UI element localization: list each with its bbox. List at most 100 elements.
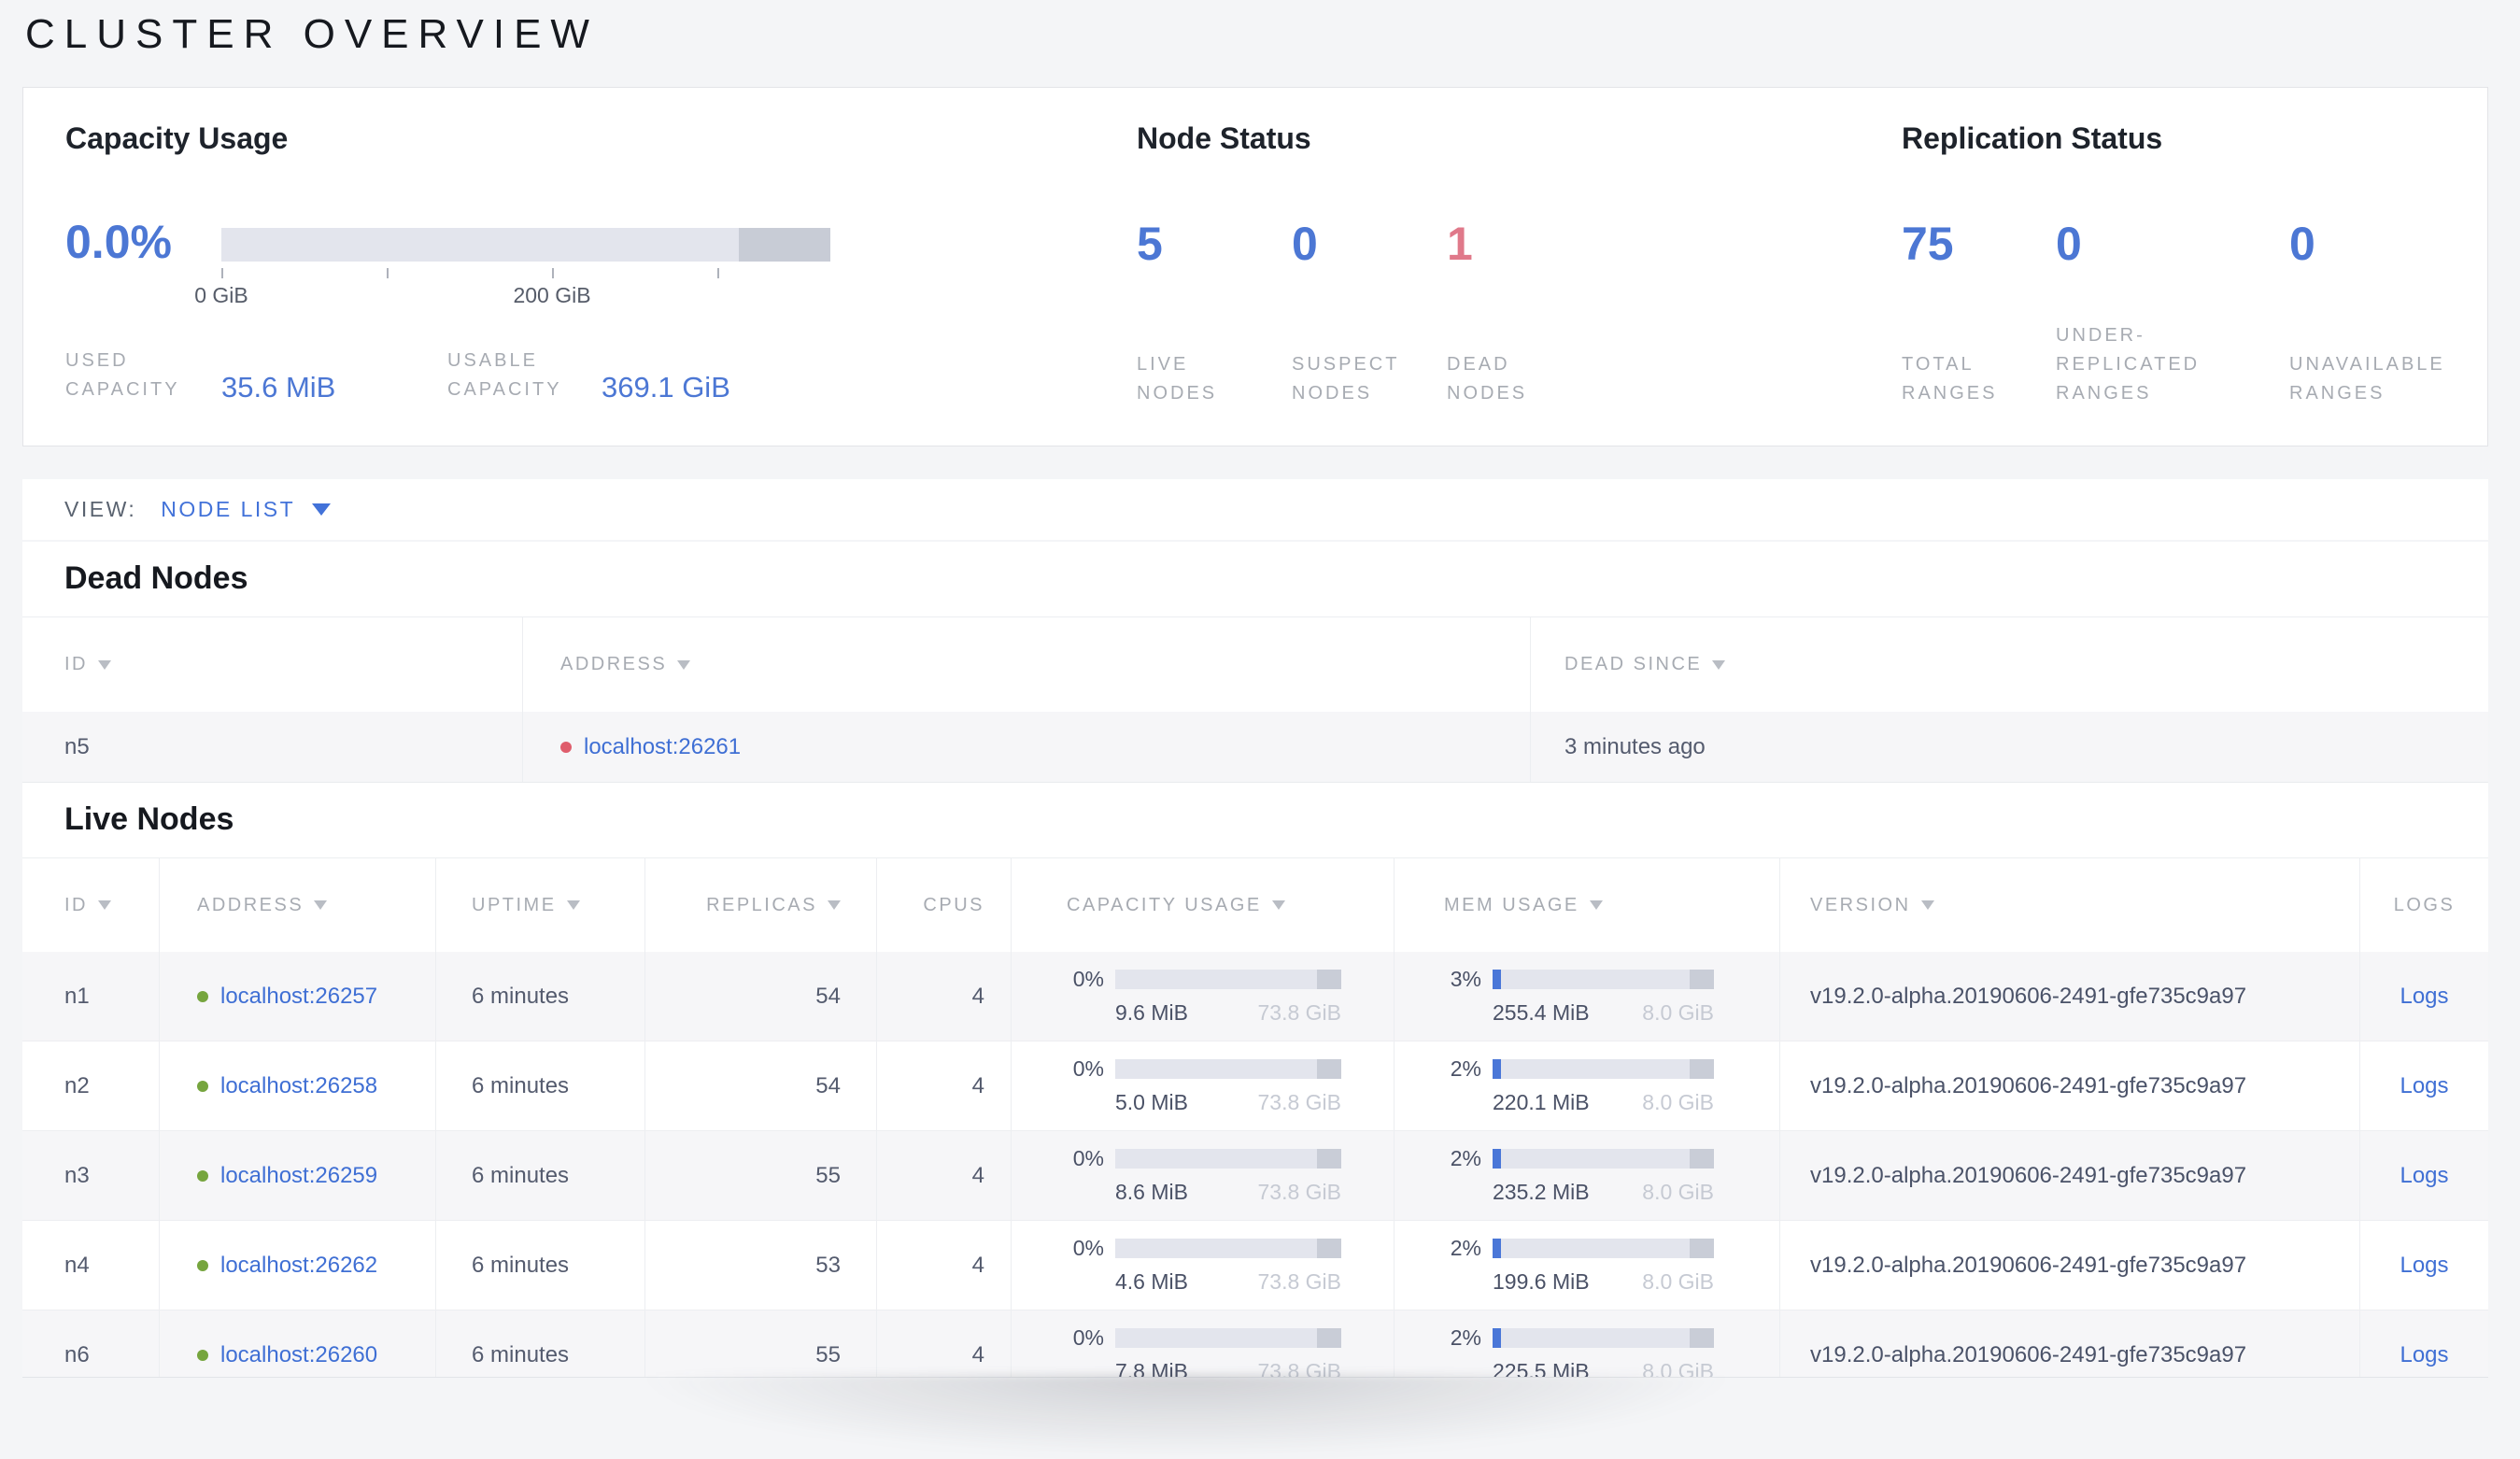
capacity-mini-bar bbox=[1115, 1239, 1341, 1258]
node-uptime: 6 minutes bbox=[435, 1310, 644, 1377]
logs-link[interactable]: Logs bbox=[2400, 1073, 2448, 1099]
unavailable-ranges-count: 0 bbox=[2289, 218, 2315, 270]
live-col-address[interactable]: ADDRESS bbox=[159, 858, 435, 952]
mem-used-value: 220.1 MiB bbox=[1493, 1090, 1590, 1114]
live-col-capacity-usage[interactable]: CAPACITY USAGE bbox=[1011, 858, 1394, 952]
mem-usage-cell: 2% 199.6 MiB 8.0 GiB bbox=[1444, 1221, 1714, 1295]
capacity-mini-bar bbox=[1115, 1059, 1341, 1079]
capacity-total-value: 73.8 GiB bbox=[1257, 1359, 1342, 1378]
dead-col-id[interactable]: ID bbox=[22, 617, 522, 712]
capacity-usage-cell: 0% 8.6 MiB 73.8 GiB bbox=[1067, 1131, 1341, 1205]
node-address-link[interactable]: localhost:26258 bbox=[220, 1073, 377, 1099]
cluster-summary-card: Capacity Usage 0.0% 0 GiB 200 GiB USED C… bbox=[22, 87, 2488, 446]
node-replicas: 54 bbox=[644, 952, 876, 1041]
capacity-percent: 0% bbox=[1072, 1236, 1104, 1260]
dead-col-dead-since[interactable]: DEAD SINCE bbox=[1530, 617, 2488, 712]
capacity-usage-cell: 0% 7.8 MiB 73.8 GiB bbox=[1067, 1310, 1342, 1378]
node-id: n1 bbox=[64, 983, 90, 1009]
capacity-percent: 0% bbox=[1072, 1056, 1104, 1081]
node-list-content: Dead Nodes ID ADDRESS DEAD SINCE n5 loca… bbox=[22, 542, 2488, 1378]
capacity-total-value: 73.8 GiB bbox=[1257, 1090, 1342, 1114]
mem-percent: 2% bbox=[1450, 1325, 1481, 1350]
mem-used-value: 255.4 MiB bbox=[1493, 1000, 1590, 1025]
under-replicated-ranges-label: UNDER-REPLICATED RANGES bbox=[2056, 325, 2201, 404]
node-replicas: 55 bbox=[644, 1131, 876, 1220]
used-capacity-value: 35.6 MiB bbox=[221, 371, 336, 404]
suspect-nodes-count: 0 bbox=[1292, 218, 1318, 270]
view-mode-dropdown[interactable]: NODE LIST bbox=[161, 497, 332, 522]
capacity-used-value: 7.8 MiB bbox=[1115, 1359, 1188, 1378]
capacity-total-value: 73.8 GiB bbox=[1257, 1180, 1342, 1204]
total-ranges-label: TOTAL RANGES bbox=[1902, 354, 1998, 404]
capacity-bar-track bbox=[221, 228, 830, 262]
node-address-link[interactable]: localhost:26260 bbox=[220, 1342, 377, 1368]
live-node-row: n3 localhost:26259 6 minutes 55 4 0% 8.6… bbox=[22, 1131, 2488, 1221]
logs-link[interactable]: Logs bbox=[2400, 1342, 2448, 1368]
node-cpus: 4 bbox=[876, 1131, 1011, 1220]
mem-total-value: 8.0 GiB bbox=[1642, 1269, 1714, 1294]
node-cpus: 4 bbox=[876, 1041, 1011, 1130]
mem-mini-bar bbox=[1493, 970, 1714, 989]
node-address-link[interactable]: localhost:26257 bbox=[220, 984, 377, 1010]
tick-icon bbox=[717, 268, 719, 278]
mem-total-value: 8.0 GiB bbox=[1642, 1180, 1714, 1204]
usable-capacity-label: USABLE CAPACITY bbox=[447, 350, 562, 400]
node-id: n3 bbox=[64, 1162, 90, 1188]
live-status-dot-icon bbox=[197, 1080, 208, 1092]
dead-nodes-count: 1 bbox=[1447, 218, 1473, 270]
mem-usage-cell: 2% 235.2 MiB 8.0 GiB bbox=[1444, 1131, 1714, 1205]
live-col-uptime[interactable]: UPTIME bbox=[435, 858, 644, 952]
dead-node-row: n5 localhost:26261 3 minutes ago bbox=[22, 712, 2488, 783]
capacity-bar-reserved-segment bbox=[739, 228, 830, 262]
mem-used-value: 199.6 MiB bbox=[1493, 1269, 1590, 1294]
live-col-version[interactable]: VERSION bbox=[1779, 858, 2359, 952]
view-label: VIEW: bbox=[64, 497, 137, 521]
node-uptime: 6 minutes bbox=[435, 1221, 644, 1310]
capacity-percent: 0% bbox=[1072, 1146, 1104, 1170]
axis-label-200gib: 200 GiB bbox=[513, 283, 591, 307]
capacity-percent: 0% bbox=[1072, 1325, 1104, 1350]
mem-percent: 3% bbox=[1450, 967, 1481, 991]
capacity-used-value: 9.6 MiB bbox=[1115, 1000, 1188, 1025]
tick-icon bbox=[221, 268, 223, 278]
dead-node-address-link[interactable]: localhost:26261 bbox=[584, 734, 741, 760]
sort-arrow-icon bbox=[98, 900, 111, 910]
capacity-usage-bar: 0 GiB 200 GiB bbox=[194, 228, 830, 311]
node-version: v19.2.0-alpha.20190606-2491-gfe735c9a97 bbox=[1779, 952, 2359, 1041]
logs-link[interactable]: Logs bbox=[2400, 1163, 2448, 1189]
logs-link[interactable]: Logs bbox=[2400, 1253, 2448, 1279]
logs-link[interactable]: Logs bbox=[2400, 984, 2448, 1010]
suspect-nodes-label: SUSPECT NODES bbox=[1292, 354, 1400, 404]
live-node-row: n4 localhost:26262 6 minutes 53 4 0% 4.6… bbox=[22, 1221, 2488, 1310]
replication-status-title: Replication Status bbox=[1902, 121, 2163, 155]
node-version: v19.2.0-alpha.20190606-2491-gfe735c9a97 bbox=[1779, 1310, 2359, 1377]
mem-usage-cell: 3% 255.4 MiB 8.0 GiB bbox=[1444, 952, 1714, 1026]
node-id: n6 bbox=[64, 1341, 90, 1367]
node-address-link[interactable]: localhost:26262 bbox=[220, 1253, 377, 1279]
capacity-bar-ticks bbox=[221, 268, 830, 279]
tick-icon bbox=[387, 268, 389, 278]
capacity-used-value: 5.0 MiB bbox=[1115, 1090, 1188, 1114]
mem-usage-cell: 2% 225.5 MiB 8.0 GiB bbox=[1444, 1310, 1714, 1377]
live-node-row: n6 localhost:26260 6 minutes 55 4 0% 7.8… bbox=[22, 1310, 2488, 1378]
live-col-cpus[interactable]: CPUS bbox=[876, 858, 1011, 952]
view-mode-selected: NODE LIST bbox=[161, 497, 296, 521]
node-address-link[interactable]: localhost:26259 bbox=[220, 1163, 377, 1189]
live-col-logs: LOGS bbox=[2359, 858, 2488, 952]
mem-percent: 2% bbox=[1450, 1146, 1481, 1170]
live-nodes-header-row: ID ADDRESS UPTIME REPLICAS CPUS CAPACITY… bbox=[22, 857, 2488, 952]
node-version: v19.2.0-alpha.20190606-2491-gfe735c9a97 bbox=[1779, 1041, 2359, 1130]
sort-arrow-icon bbox=[314, 900, 328, 910]
page-title: CLUSTER OVERVIEW bbox=[25, 11, 599, 57]
dead-col-address[interactable]: ADDRESS bbox=[522, 617, 1530, 712]
capacity-used-value: 4.6 MiB bbox=[1115, 1269, 1188, 1294]
unavailable-ranges-label: UNAVAILABLE RANGES bbox=[2289, 354, 2445, 404]
node-replicas: 54 bbox=[644, 1041, 876, 1130]
capacity-mini-bar bbox=[1115, 1328, 1341, 1348]
sort-arrow-icon bbox=[1712, 659, 1726, 670]
live-col-id[interactable]: ID bbox=[22, 858, 159, 952]
sort-arrow-icon bbox=[828, 900, 841, 910]
mem-mini-bar bbox=[1493, 1239, 1714, 1258]
live-col-replicas[interactable]: REPLICAS bbox=[644, 858, 876, 952]
live-col-mem-usage[interactable]: MEM USAGE bbox=[1394, 858, 1779, 952]
